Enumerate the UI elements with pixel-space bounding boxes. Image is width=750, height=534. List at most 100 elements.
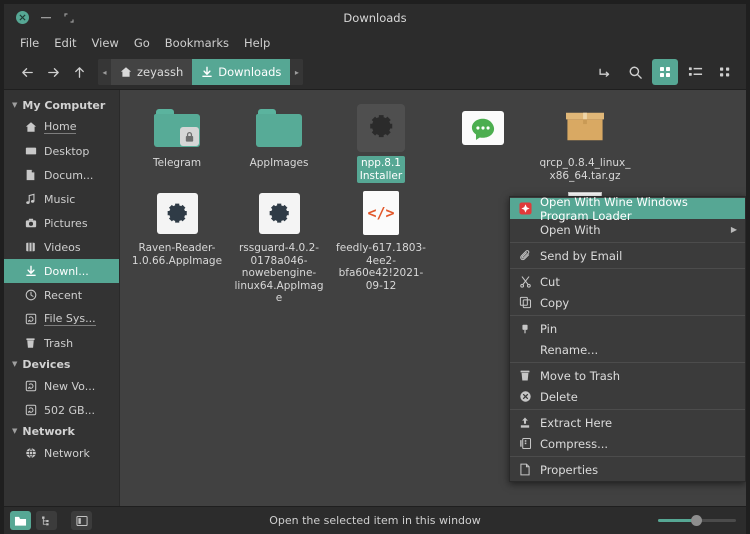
minimize-button[interactable] [39, 11, 52, 24]
statusbar: Open the selected item in this window [4, 506, 746, 534]
context-menu-item-open-with[interactable]: Open With ▶ [510, 219, 745, 240]
sidebar-label-videos: Videos [44, 240, 81, 254]
context-menu-item-copy[interactable]: Copy [510, 292, 745, 313]
sidebar-group-label-devices: Devices [22, 358, 71, 371]
breadcrumb-scroll-right[interactable]: ▸ [290, 59, 304, 85]
sidebar-label-new-volume: New Vo... [44, 379, 96, 393]
home-icon [24, 121, 37, 133]
close-button[interactable] [16, 11, 29, 24]
download-icon [24, 265, 37, 277]
menu-bookmarks[interactable]: Bookmarks [158, 33, 236, 53]
forward-button[interactable] [40, 59, 66, 85]
context-menu-item-properties[interactable]: Properties [510, 459, 745, 480]
menu-go[interactable]: Go [127, 33, 157, 53]
context-menu-item-move-to-trash[interactable]: Move to Trash [510, 365, 745, 386]
sidebar-item-desktop[interactable]: Desktop [4, 139, 119, 163]
context-menu-item-open-with-wine[interactable]: Open With Wine Windows Program Loader [510, 195, 745, 223]
up-button[interactable] [66, 59, 92, 85]
window-controls [4, 11, 75, 24]
sidebar-label-documents: Docum... [44, 168, 94, 182]
context-menu[interactable]: Open With Wine Windows Program Loader Op… [509, 195, 746, 482]
file-item-green-app[interactable] [432, 100, 534, 183]
sidebar-item-new-volume[interactable]: New Vo... [4, 374, 119, 398]
green-app-icon [462, 111, 504, 145]
breadcrumb-label-home: zeyassh [137, 65, 184, 79]
sidebar-label-network: Network [44, 446, 90, 460]
properties-icon [518, 463, 532, 476]
breadcrumb-scroll-left[interactable]: ◂ [98, 59, 111, 85]
download-icon [201, 66, 213, 78]
back-button[interactable] [14, 59, 40, 85]
drive-icon [24, 404, 37, 416]
menu-separator [510, 456, 745, 457]
menu-help[interactable]: Help [237, 33, 277, 53]
file-icon [255, 104, 303, 152]
context-menu-label: Delete [540, 389, 578, 404]
breadcrumb-item-home[interactable]: zeyassh [111, 59, 193, 85]
sidebar-label-trash: Trash [44, 336, 74, 350]
context-menu-item-rename[interactable]: Rename... [510, 339, 745, 360]
file-item-rssguard[interactable]: rssguard-4.0.2-0178a046-nowebengine-linu… [228, 185, 330, 306]
menu-view[interactable]: View [85, 33, 126, 53]
file-item-qrcp-archive[interactable]: qrcp_0.8.4_linux_x86_64.tar.gz [534, 100, 636, 183]
file-item-appimages[interactable]: AppImages [228, 100, 330, 183]
lock-icon [180, 127, 199, 146]
sidebar-item-pictures[interactable]: Pictures [4, 211, 119, 235]
sidebar-item-file-system[interactable]: File Sys... [4, 307, 119, 331]
sidebar-label-downloads: Downl... [44, 264, 89, 278]
zoom-slider[interactable] [658, 513, 736, 529]
toggle-path-entry-icon[interactable] [592, 59, 618, 85]
zoom-slider-knob[interactable] [690, 515, 702, 526]
sidebar-label-music: Music [44, 192, 76, 206]
menu-file[interactable]: File [13, 33, 46, 53]
gear-tile-icon [258, 192, 300, 234]
gear-tile-icon [156, 192, 198, 234]
home-icon [120, 66, 132, 78]
menu-edit[interactable]: Edit [47, 33, 83, 53]
sidebar-item-videos[interactable]: Videos [4, 235, 119, 259]
compress-icon [518, 437, 532, 450]
context-menu-item-delete[interactable]: Delete [510, 386, 745, 407]
context-menu-item-cut[interactable]: Cut [510, 271, 745, 292]
breadcrumb-item-downloads[interactable]: Downloads [192, 59, 291, 85]
submenu-arrow-icon: ▶ [730, 225, 737, 234]
file-item-raven-reader[interactable]: Raven-Reader-1.0.66.AppImage [126, 185, 228, 306]
drive-icon [24, 380, 37, 392]
clock-icon [24, 289, 37, 301]
sidebar-item-502gb[interactable]: 502 GB... [4, 398, 119, 422]
file-item-npp-installer[interactable]: npp.8.1 Installer [330, 100, 432, 183]
context-menu-label: Properties [540, 462, 599, 477]
context-menu-item-send-by-email[interactable]: Send by Email [510, 245, 745, 266]
document-icon [24, 169, 37, 181]
sidebar-group-my-computer[interactable]: ▼ My Computer [4, 96, 119, 115]
sidebar-group-network[interactable]: ▼ Network [4, 422, 119, 441]
context-menu-item-pin[interactable]: Pin [510, 318, 745, 339]
sidebar-item-recent[interactable]: Recent [4, 283, 119, 307]
maximize-button[interactable] [62, 11, 75, 24]
context-menu-item-extract-here[interactable]: Extract Here [510, 412, 745, 433]
sidebar-group-devices[interactable]: ▼ Devices [4, 355, 119, 374]
context-menu-item-compress[interactable]: Compress... [510, 433, 745, 454]
search-icon[interactable] [622, 59, 648, 85]
sidebar-toggle[interactable] [71, 511, 92, 530]
icon-view-toggle[interactable] [10, 511, 31, 530]
pin-icon [518, 323, 532, 335]
sidebar-item-home[interactable]: Home [4, 115, 119, 139]
file-label: AppImages [249, 157, 309, 169]
compact-view-icon[interactable] [712, 59, 738, 85]
sidebar-item-music[interactable]: Music [4, 187, 119, 211]
icon-view-icon[interactable] [652, 59, 678, 85]
sidebar-item-trash[interactable]: Trash [4, 331, 119, 355]
sidebar-item-network[interactable]: Network [4, 441, 119, 465]
folder-icon [256, 109, 302, 147]
file-list-area[interactable]: Telegram AppImages npp.8.1 Installer qrc… [119, 90, 746, 506]
tree-view-toggle[interactable] [36, 511, 57, 530]
list-view-icon[interactable] [682, 59, 708, 85]
context-menu-label: Copy [540, 295, 570, 310]
file-item-telegram[interactable]: Telegram [126, 100, 228, 183]
file-item-feedly[interactable]: </> feedly-617.1803-4ee2-bfa60e42!2021-0… [330, 185, 432, 306]
file-icon [459, 104, 507, 152]
sidebar-item-downloads[interactable]: Downl... [4, 259, 119, 283]
context-menu-label: Send by Email [540, 248, 623, 263]
sidebar-item-documents[interactable]: Docum... [4, 163, 119, 187]
